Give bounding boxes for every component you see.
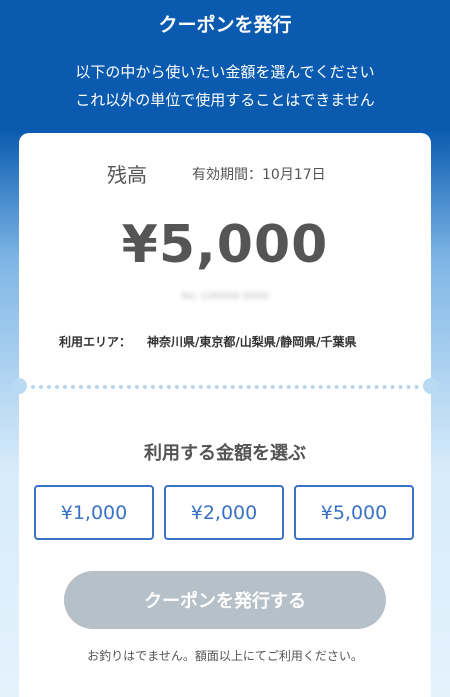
coupon-card: 残高 有効期間：10月17日 ¥5,000 No. C00000 0000 利用… — [11, 133, 439, 697]
usage-area: 利用エリア： 神奈川県/東京都/山梨県/静岡県/千葉県 — [59, 333, 419, 350]
subtitle-line-1: 以下の中から使いたい金額を選んでください — [75, 63, 375, 81]
amount-option-1000-button[interactable]: ¥1,000 — [34, 485, 154, 540]
coupon-amount: ¥5,000 — [121, 215, 329, 275]
balance-row: 残高 有効期間：10月17日 — [107, 159, 407, 189]
expiry-date: 有効期間：10月17日 — [192, 167, 326, 183]
amount-option-2000-button[interactable]: ¥2,000 — [164, 485, 284, 540]
page-header-subtitle: 以下の中から使いたい金額を選んでください これ以外の単位で使用することはできませ… — [0, 58, 450, 114]
page-header-title: クーポンを発行 — [158, 14, 292, 36]
issue-coupon-button[interactable]: クーポンを発行する — [64, 571, 386, 629]
balance-label: 残高 — [107, 163, 147, 187]
usage-area-value: 神奈川県/東京都/山梨県/静岡県/千葉県 — [147, 335, 357, 349]
amount-select-title: 利用する金額を選ぶ — [144, 443, 306, 464]
change-note: お釣りはでません。額面以上にてご利用ください。 — [87, 649, 363, 663]
ticket-notch-left — [11, 378, 27, 394]
ticket-notch-right — [423, 378, 439, 394]
subtitle-line-2: これ以外の単位で使用することはできません — [75, 91, 375, 109]
coupon-number: No. C00000 0000 — [181, 291, 269, 302]
usage-area-label: 利用エリア： — [59, 335, 132, 349]
amount-option-5000-button[interactable]: ¥5,000 — [294, 485, 414, 540]
ticket-perforation — [31, 385, 419, 389]
